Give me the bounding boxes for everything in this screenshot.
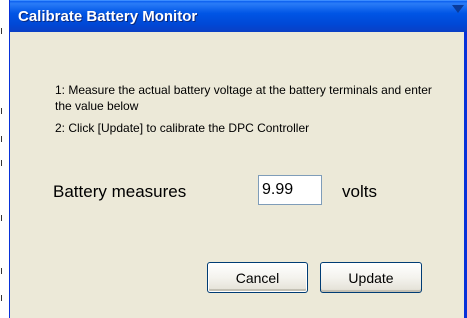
background-tick-mark [1, 160, 6, 166]
battery-measures-label: Battery measures [53, 182, 187, 201]
volts-unit-label: volts [342, 182, 377, 201]
background-tick-mark [1, 136, 6, 142]
cancel-button[interactable]: Cancel [207, 262, 308, 293]
voltage-input[interactable] [258, 175, 322, 205]
background-tick-mark [1, 295, 6, 301]
update-button[interactable]: Update [320, 262, 422, 293]
dropdown-arrow-icon[interactable] [452, 5, 464, 13]
instruction-step-1: 1: Measure the actual battery voltage at… [55, 83, 432, 113]
dialog-titlebar[interactable]: Calibrate Battery Monitor [10, 0, 467, 32]
instruction-step-2: 2: Click [Update] to calibrate the DPC C… [55, 121, 310, 135]
background-window-edge [0, 0, 9, 318]
screen: Calibrate Battery Monitor 1: Measure the… [0, 0, 467, 318]
background-tick-mark [1, 215, 6, 221]
background-tick-mark [1, 268, 6, 274]
dialog-title: Calibrate Battery Monitor [18, 8, 198, 25]
calibrate-dialog: Calibrate Battery Monitor 1: Measure the… [9, 0, 467, 318]
background-tick-mark [1, 28, 6, 34]
background-tick-mark [1, 108, 6, 114]
